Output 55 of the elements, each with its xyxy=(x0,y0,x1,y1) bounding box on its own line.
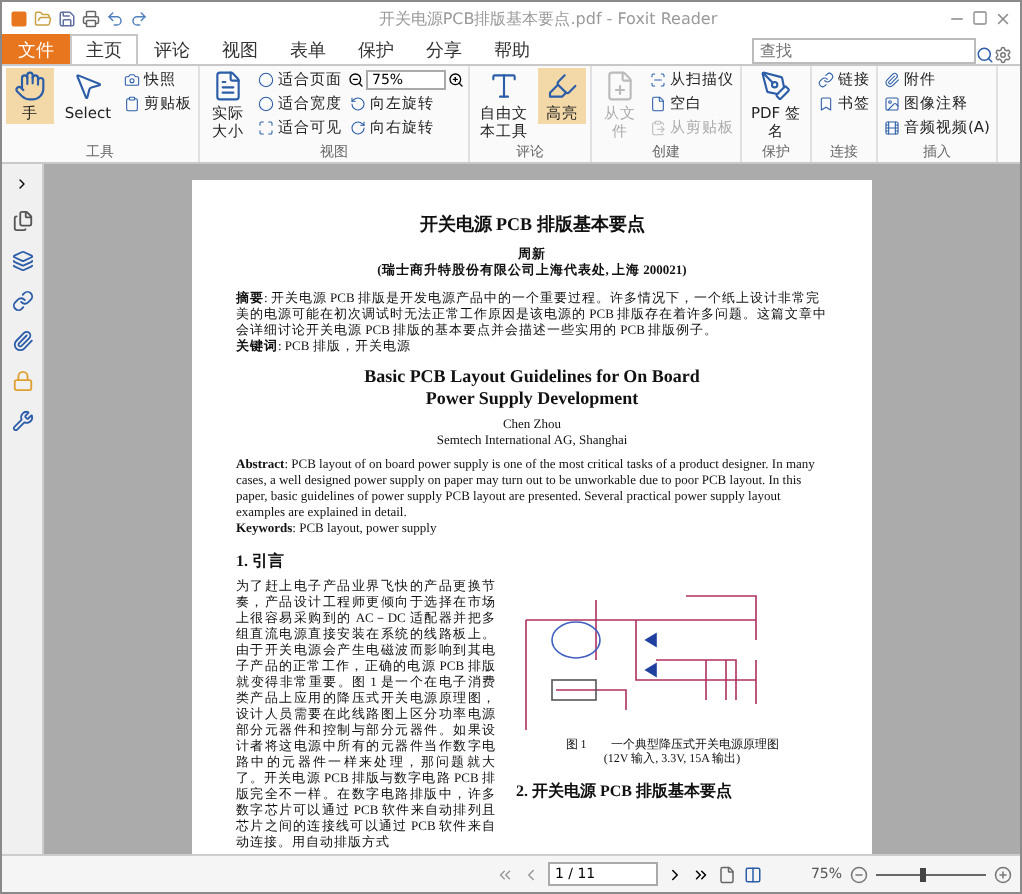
ribbon-icon xyxy=(884,71,900,87)
ribbon-icon xyxy=(650,119,666,135)
close-icon[interactable] xyxy=(994,9,1012,27)
ribbon-icon xyxy=(124,71,140,87)
english-title: Basic PCB Layout Guidelines for On Board xyxy=(362,366,702,388)
settings-icon[interactable] xyxy=(994,46,1012,64)
ribbon-icon xyxy=(884,95,900,111)
layers-icon[interactable] xyxy=(11,250,33,272)
last-page-icon[interactable] xyxy=(692,865,711,883)
undo-icon[interactable] xyxy=(106,9,124,27)
app-logo-icon xyxy=(10,9,28,27)
save-icon[interactable] xyxy=(58,9,76,27)
ribbon-icon xyxy=(258,119,274,135)
ribbon-icon xyxy=(488,70,520,102)
ribbon-icon xyxy=(350,119,366,135)
ribbon-icon xyxy=(14,70,46,102)
ribbon-icon xyxy=(124,95,140,111)
ribbon-tab[interactable]: 视图 xyxy=(206,34,274,64)
paperclip-icon[interactable] xyxy=(11,330,33,352)
english-title: Power Supply Development xyxy=(423,388,641,410)
window-title: 开关电源PCB排版基本要点.pdf - Foxit Reader xyxy=(376,7,720,29)
ribbon-tab[interactable]: 保护 xyxy=(342,34,410,64)
ribbon-icon xyxy=(650,95,666,111)
ribbon-tab[interactable]: 评论 xyxy=(138,34,206,64)
ribbon-icon xyxy=(760,70,792,102)
zoom-out-icon[interactable] xyxy=(348,71,364,87)
expand-icon[interactable] xyxy=(14,176,30,192)
redo-icon[interactable] xyxy=(130,9,148,27)
print-icon[interactable] xyxy=(82,9,100,27)
ribbon-icon xyxy=(884,119,900,135)
link-icon[interactable] xyxy=(11,290,33,312)
ribbon-tab[interactable]: 主页 xyxy=(70,34,138,64)
ribbon-tab[interactable]: 帮助 xyxy=(478,34,546,64)
ribbon-tab[interactable]: 表单 xyxy=(274,34,342,64)
ribbon-icon xyxy=(212,70,244,102)
two-page-icon[interactable] xyxy=(744,865,763,883)
ribbon-icon xyxy=(350,95,366,111)
wrench-icon[interactable] xyxy=(11,410,33,432)
ribbon-icon xyxy=(818,95,834,111)
document-title: 开关电源 PCB 排版基本要点 xyxy=(417,212,647,238)
ribbon-icon xyxy=(604,70,636,102)
single-page-icon[interactable] xyxy=(718,865,737,883)
section-heading: 1. 引言 xyxy=(236,550,286,572)
ribbon-icon xyxy=(818,71,834,87)
search-field[interactable]: 查找 xyxy=(752,38,976,64)
section-heading: 2. 开关电源 PCB 排版基本要点 xyxy=(516,780,734,802)
slider-thumb[interactable] xyxy=(920,867,926,881)
pages-icon[interactable] xyxy=(11,210,33,232)
ribbon-tab[interactable]: 分享 xyxy=(410,34,478,64)
ribbon-icon xyxy=(650,71,666,87)
ribbon-icon xyxy=(72,70,104,102)
first-page-icon[interactable] xyxy=(496,865,515,883)
search-icon[interactable] xyxy=(976,46,994,64)
ribbon-icon xyxy=(546,70,578,102)
zoom-in-icon[interactable] xyxy=(448,71,464,87)
